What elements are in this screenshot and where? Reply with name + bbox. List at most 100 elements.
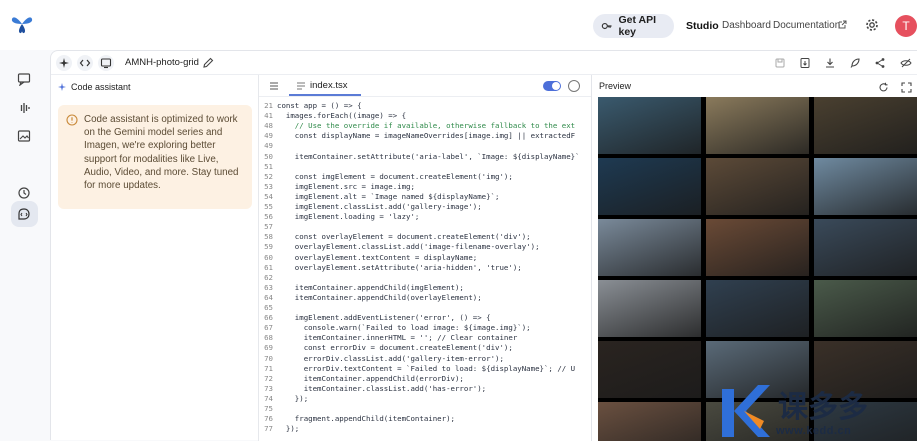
- code-line[interactable]: 72 itemContainer.appendChild(errorDiv);: [259, 374, 591, 384]
- gallery-image[interactable]: [598, 158, 701, 215]
- code-line[interactable]: 65: [259, 303, 591, 313]
- tab-index-tsx[interactable]: index.tsx: [297, 80, 348, 91]
- audio-wave-icon[interactable]: [17, 101, 31, 115]
- history-icon[interactable]: [17, 186, 31, 200]
- user-avatar[interactable]: T: [895, 15, 917, 37]
- code-line[interactable]: 64 itemContainer.appendChild(overlayElem…: [259, 293, 591, 303]
- code-line[interactable]: 49 const displayName = imageNameOverride…: [259, 131, 591, 141]
- auto-run-toggle[interactable]: [543, 81, 561, 91]
- code-line[interactable]: 71 errorDiv.textContent = `Failed to loa…: [259, 364, 591, 374]
- code-line[interactable]: 57: [259, 222, 591, 232]
- assistant-notice: Code assistant is optimized to work on t…: [58, 105, 252, 209]
- image-icon[interactable]: [17, 129, 31, 143]
- line-number: 49: [264, 141, 273, 151]
- hide-eye-icon[interactable]: [900, 57, 912, 69]
- download-code-icon[interactable]: [799, 57, 811, 69]
- code-line[interactable]: 50 itemContainer.setAttribute('aria-labe…: [259, 152, 591, 162]
- watermark-url: www.kedd.cn: [776, 425, 852, 437]
- gallery-image[interactable]: [598, 97, 701, 154]
- line-number: 57: [264, 222, 273, 232]
- line-number: 54: [264, 191, 273, 201]
- get-api-key-button[interactable]: Get API key: [593, 14, 674, 38]
- gallery-image[interactable]: [706, 97, 809, 154]
- code-line[interactable]: 69 const errorDiv = document.createEleme…: [259, 343, 591, 353]
- code-line[interactable]: 52 const imgElement = document.createEle…: [259, 172, 591, 182]
- line-number: 55: [264, 202, 273, 211]
- gallery-image[interactable]: [598, 402, 701, 441]
- code-line[interactable]: 68 itemContainer.innerHTML = ''; // Clea…: [259, 333, 591, 343]
- code-line[interactable]: 56 imgElement.loading = 'lazy';: [259, 212, 591, 222]
- line-text: const app = () => {: [277, 101, 362, 110]
- code-line[interactable]: 48 // Use the override if available, oth…: [259, 121, 591, 131]
- line-number: 58: [264, 232, 273, 242]
- line-text: errorDiv.textContent = `Failed to load: …: [277, 363, 576, 373]
- code-line[interactable]: 76 fragment.appendChild(itemContainer);: [259, 414, 591, 424]
- refresh-icon[interactable]: [878, 82, 889, 93]
- gallery-image[interactable]: [814, 97, 917, 154]
- code-line[interactable]: 53 imgElement.src = image.img;: [259, 182, 591, 192]
- code-line[interactable]: 55 imgElement.classList.add('gallery-ima…: [259, 202, 591, 212]
- code-line[interactable]: 62: [259, 273, 591, 283]
- code-line[interactable]: 60 overlayElement.textContent = displayN…: [259, 253, 591, 263]
- gallery-image[interactable]: [814, 219, 917, 276]
- code-line[interactable]: 49: [259, 141, 591, 151]
- gallery-image[interactable]: [814, 158, 917, 215]
- preview-title: Preview: [599, 81, 632, 91]
- line-text: imgElement.alt = `Image named ${displayN…: [277, 191, 500, 201]
- code-line[interactable]: 58 const overlayElement = document.creat…: [259, 232, 591, 242]
- gallery-image[interactable]: [706, 158, 809, 215]
- code-line[interactable]: 63 itemContainer.appendChild(imgElement)…: [259, 283, 591, 293]
- avatar-initial: T: [902, 19, 910, 33]
- code-line[interactable]: 51: [259, 162, 591, 172]
- gallery-image[interactable]: [814, 280, 917, 337]
- download-icon[interactable]: [824, 57, 836, 69]
- code-line[interactable]: 77 });: [259, 424, 591, 434]
- ai-studio-logo-icon[interactable]: [10, 13, 34, 35]
- nav-documentation[interactable]: Documentation: [773, 20, 840, 31]
- build-icon[interactable]: [17, 207, 31, 221]
- nav-studio[interactable]: Studio: [686, 20, 719, 32]
- code-line[interactable]: 66 imgElement.addEventListener('error', …: [259, 313, 591, 323]
- code-line[interactable]: 74 });: [259, 394, 591, 404]
- line-number: 51: [264, 161, 273, 171]
- line-text: itemContainer.appendChild(errorDiv);: [277, 373, 464, 383]
- file-list-icon[interactable]: [269, 81, 279, 91]
- code-line[interactable]: 59 overlayElement.classList.add('image-f…: [259, 242, 591, 252]
- save-icon[interactable]: [774, 57, 786, 69]
- code-line[interactable]: 67 console.warn(`Failed to load image: $…: [259, 323, 591, 333]
- code-line[interactable]: 75: [259, 404, 591, 414]
- code-editor[interactable]: index.tsx 21 const app = () => {41 images…: [259, 75, 591, 441]
- code-lines[interactable]: 21 const app = () => {41 images.forEach((…: [259, 98, 591, 441]
- gallery-image[interactable]: [706, 280, 809, 337]
- chat-icon[interactable]: [17, 72, 31, 86]
- run-button[interactable]: [568, 80, 580, 92]
- code-line[interactable]: 41 images.forEach((image) => {: [259, 111, 591, 121]
- line-number: 65: [264, 303, 273, 312]
- settings-gear-icon[interactable]: [865, 18, 879, 32]
- gallery-image[interactable]: [598, 341, 701, 398]
- nav-dashboard[interactable]: Dashboard: [722, 20, 771, 31]
- code-line[interactable]: 61 overlayElement.setAttribute('aria-hid…: [259, 263, 591, 273]
- share-icon[interactable]: [874, 57, 886, 69]
- code-line[interactable]: 70 errorDiv.classList.add('gallery-item-…: [259, 354, 591, 364]
- line-text: // Use the override if available, otherw…: [277, 121, 576, 131]
- edit-pencil-icon[interactable]: [202, 57, 214, 69]
- assistant-sparkle-icon: [58, 83, 66, 91]
- gallery-image[interactable]: [598, 280, 701, 337]
- line-text: imgElement.addEventListener('error', () …: [277, 313, 491, 323]
- preview-toggle-icon: [100, 58, 112, 69]
- gallery-image[interactable]: [706, 219, 809, 276]
- code-assistant-title: Code assistant: [71, 82, 131, 92]
- code-line[interactable]: 73 itemContainer.classList.add('has-erro…: [259, 384, 591, 394]
- code-line[interactable]: 21 const app = () => {: [259, 101, 591, 111]
- line-number: 73: [264, 383, 273, 393]
- code-view-icon: [79, 59, 91, 67]
- line-text: overlayElement.classList.add('image-file…: [277, 242, 540, 252]
- gallery-image[interactable]: [598, 219, 701, 276]
- code-line[interactable]: 54 imgElement.alt = `Image named ${displ…: [259, 192, 591, 202]
- deploy-rocket-icon[interactable]: [849, 57, 861, 69]
- line-text: overlayElement.setAttribute('aria-hidden…: [277, 262, 522, 272]
- line-text: console.warn(`Failed to load image: ${im…: [277, 323, 531, 333]
- line-number: 69: [264, 343, 273, 353]
- fullscreen-icon[interactable]: [901, 82, 912, 93]
